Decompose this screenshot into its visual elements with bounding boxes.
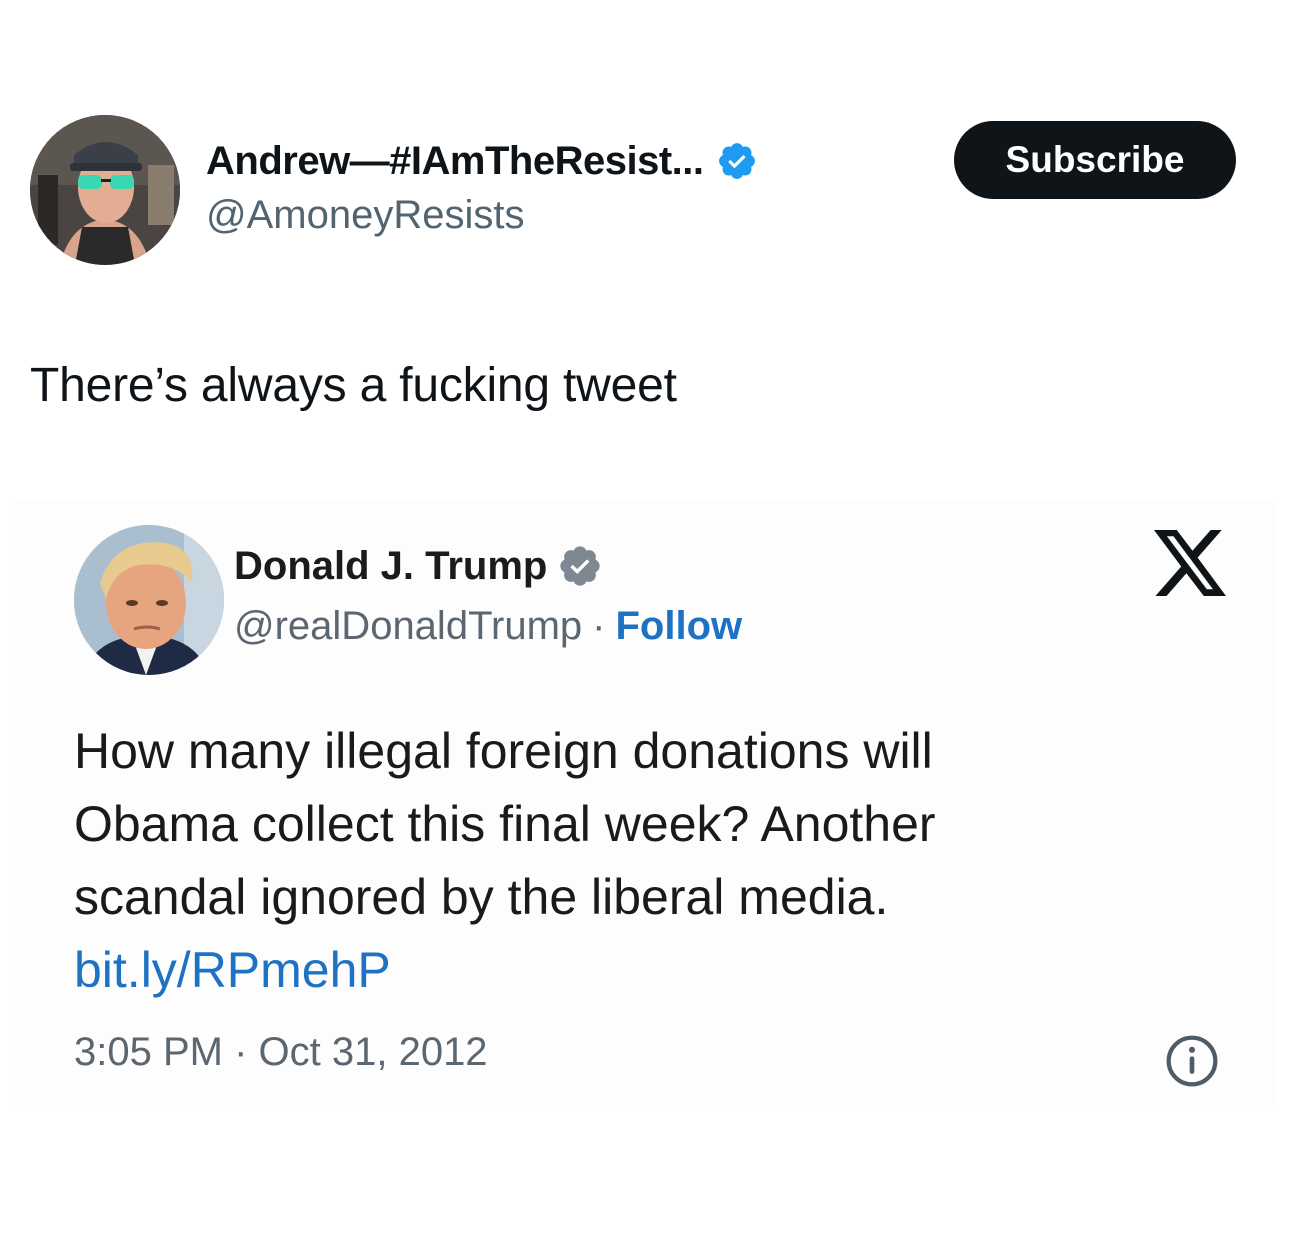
author-name-row: Andrew—#IAmTheResist... (206, 135, 758, 187)
tweet-text-line: Obama collect this final week? Another (74, 796, 936, 852)
embedded-name-row: Donald J. Trump (234, 540, 742, 592)
tweet-text-line: How many illegal foreign donations will (74, 723, 933, 779)
verified-badge-icon (718, 143, 755, 179)
embedded-handle-row: @realDonaldTrump · Follow (234, 604, 742, 649)
follow-button[interactable]: Follow (615, 604, 742, 648)
embedded-tweet-text: How many illegal foreign donations will … (74, 715, 1214, 1007)
embedded-avatar[interactable] (74, 525, 224, 675)
tweet-text-line: scandal ignored by the liberal media. (74, 869, 889, 925)
author-handle[interactable]: @AmoneyResists (206, 193, 758, 238)
avatar[interactable] (30, 115, 180, 265)
post-header: Andrew—#IAmTheResist... @AmoneyResists S… (30, 115, 1240, 270)
tweet-timestamp[interactable]: 3:05 PM · Oct 31, 2012 (74, 1030, 488, 1075)
x-logo-icon[interactable] (1154, 530, 1226, 596)
tweet-link[interactable]: bit.ly/RPmehP (74, 934, 1214, 1007)
embedded-tweet: Donald J. Trump @realDonaldTrump · Follow … (14, 500, 1276, 1110)
separator-dot: · (592, 604, 606, 648)
embedded-author-block: Donald J. Trump @realDonaldTrump · Follow (234, 540, 742, 649)
post-text: There’s always a fucking tweet (30, 359, 677, 412)
author-block: Andrew—#IAmTheResist... @AmoneyResists (206, 135, 758, 238)
author-name[interactable]: Andrew—#IAmTheResist... (206, 139, 704, 184)
embedded-author-handle[interactable]: @realDonaldTrump (234, 604, 582, 648)
verified-badge-icon (560, 546, 601, 586)
subscribe-button[interactable]: Subscribe (954, 121, 1236, 199)
info-icon[interactable] (1164, 1033, 1220, 1089)
embedded-author-name[interactable]: Donald J. Trump (234, 544, 547, 589)
